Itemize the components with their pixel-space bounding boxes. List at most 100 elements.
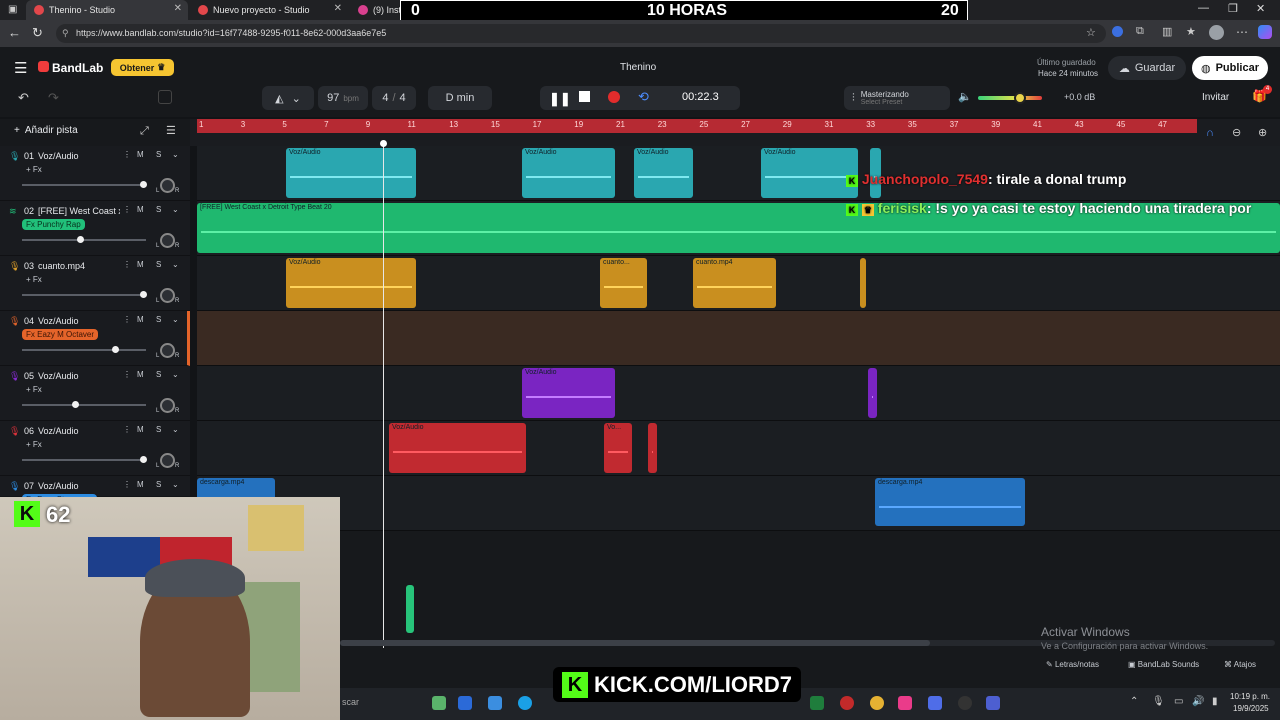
store-icon[interactable]: [488, 696, 502, 710]
snap-magnet-icon[interactable]: ∩: [1206, 127, 1214, 139]
volume-knob[interactable]: [77, 236, 84, 243]
taskview-icon[interactable]: [458, 696, 472, 710]
track-name[interactable]: Voz/Audio: [38, 426, 79, 436]
pan-knob[interactable]: [160, 233, 175, 248]
audio-clip[interactable]: Voz/Audio: [286, 258, 416, 308]
zoom-out-icon[interactable]: ⊖: [1232, 126, 1241, 139]
bandlab-sounds-button[interactable]: ▣ BandLab Sounds: [1128, 660, 1199, 669]
taskbar-search[interactable]: scar: [342, 697, 359, 707]
pan-knob[interactable]: [160, 288, 175, 303]
audio-clip[interactable]: [648, 423, 657, 473]
track-header[interactable]: ≋ 02 [FREE] West Coast x... ⋮ M S ⌄ Fx P…: [0, 201, 190, 256]
track-header[interactable]: 🎙 04 Voz/Audio ⋮ M S ⌄ Fx Eazy M Octaver…: [0, 311, 190, 366]
audio-clip[interactable]: descarga.mp4: [875, 478, 1025, 526]
invite-button[interactable]: Invitar: [1202, 92, 1229, 103]
volume-tray-icon[interactable]: 🔊: [1192, 696, 1204, 707]
scrollbar-thumb[interactable]: [340, 640, 930, 646]
undo-icon[interactable]: ↶: [18, 90, 29, 106]
speaker-icon[interactable]: 🔈: [958, 90, 972, 103]
track-lane[interactable]: [197, 421, 1280, 476]
solo-button[interactable]: S: [156, 315, 161, 324]
mute-button[interactable]: M: [137, 315, 144, 324]
audio-clip[interactable]: Voz/Audio: [389, 423, 526, 473]
solo-button[interactable]: S: [156, 480, 161, 489]
master-volume-slider[interactable]: [978, 92, 1042, 104]
track-name[interactable]: Voz/Audio: [38, 151, 79, 161]
panel-toggle-icon[interactable]: [158, 90, 172, 104]
track-volume-slider[interactable]: [22, 236, 146, 243]
stop-icon[interactable]: [579, 91, 590, 102]
pan-knob[interactable]: [160, 343, 175, 358]
zoom-in-icon[interactable]: ⊕: [1258, 126, 1267, 139]
add-track-button[interactable]: + Añadir pista: [14, 125, 78, 136]
more-menu-icon[interactable]: ⋯: [1236, 25, 1248, 39]
track-fx-button[interactable]: + Fx: [22, 164, 46, 175]
key-field[interactable]: D min: [428, 86, 492, 110]
chevron-down-icon[interactable]: ⌄: [172, 315, 179, 324]
battery-icon[interactable]: ▮: [1212, 696, 1218, 707]
track-fx-button[interactable]: Fx Punchy Rap: [22, 219, 85, 230]
audio-clip[interactable]: Voz/Audio: [522, 148, 615, 198]
split-screen-icon[interactable]: ▥: [1162, 25, 1172, 38]
tray-chevron-icon[interactable]: ⌃: [1130, 696, 1138, 707]
track-options-icon[interactable]: ⋮: [123, 205, 131, 214]
pan-knob[interactable]: [160, 453, 175, 468]
solo-button[interactable]: S: [156, 425, 161, 434]
microphone-icon[interactable]: 🎙: [1152, 696, 1165, 707]
profile-avatar[interactable]: [1209, 25, 1224, 40]
track-header[interactable]: 🎙 06 Voz/Audio ⋮ M S ⌄ + Fx L R: [0, 421, 190, 476]
audio-clip[interactable]: Voz/Audio: [522, 368, 615, 418]
track-options-icon[interactable]: ⋮: [123, 425, 131, 434]
minimize-icon[interactable]: —: [1198, 2, 1209, 14]
audio-clip[interactable]: cuanto...: [600, 258, 647, 308]
track-lane[interactable]: [197, 366, 1280, 421]
playhead-handle[interactable]: [380, 140, 387, 147]
save-button[interactable]: ☁ Guardar: [1108, 56, 1186, 80]
mute-button[interactable]: M: [137, 260, 144, 269]
chrome-icon[interactable]: [870, 696, 884, 710]
edge-icon[interactable]: [518, 696, 532, 710]
mute-button[interactable]: M: [137, 425, 144, 434]
volume-knob[interactable]: [72, 401, 79, 408]
audio-clip[interactable]: [868, 368, 877, 418]
track-name[interactable]: Voz/Audio: [38, 371, 79, 381]
taskbar-app-icon[interactable]: [898, 696, 912, 710]
mute-button[interactable]: M: [137, 205, 144, 214]
track-header[interactable]: 🎙 05 Voz/Audio ⋮ M S ⌄ + Fx L R: [0, 366, 190, 421]
track-fx-button[interactable]: + Fx: [22, 274, 46, 285]
volume-thumb[interactable]: [1014, 92, 1026, 104]
restore-icon[interactable]: ❐: [1228, 2, 1238, 15]
track-volume-slider[interactable]: [22, 456, 147, 463]
reload-icon[interactable]: ↻: [32, 25, 43, 41]
track-options-icon[interactable]: ⋮: [123, 370, 131, 379]
tab-actions-icon[interactable]: ▣: [8, 4, 17, 15]
mute-button[interactable]: M: [137, 150, 144, 159]
chevron-down-icon[interactable]: ⌄: [172, 425, 179, 434]
audio-clip[interactable]: Voz/Audio: [286, 148, 416, 198]
chevron-down-icon[interactable]: ⌄: [172, 205, 179, 214]
audio-clip[interactable]: Voz/Audio: [634, 148, 693, 198]
extension-icon[interactable]: [1112, 26, 1123, 37]
favorite-star-icon[interactable]: ☆: [1086, 26, 1096, 39]
shortcuts-button[interactable]: ⌘ Atajos: [1224, 660, 1256, 669]
favorites-icon[interactable]: ★: [1186, 25, 1196, 38]
close-tab-icon[interactable]: ✕: [174, 3, 182, 14]
taskbar-app-icon[interactable]: [432, 696, 446, 710]
metronome-button[interactable]: ◭ ⌄: [262, 86, 314, 110]
hamburger-menu-icon[interactable]: ☰: [14, 59, 27, 77]
back-icon[interactable]: ←: [8, 25, 21, 40]
track-name[interactable]: [FREE] West Coast x...: [38, 206, 120, 216]
taskbar-app-icon[interactable]: [810, 696, 824, 710]
loop-icon[interactable]: ⟲: [638, 89, 649, 105]
tab-nuevo-proyecto[interactable]: Nuevo proyecto - Studio ✕: [190, 0, 348, 20]
track-options-icon[interactable]: ⋮: [123, 150, 131, 159]
track-lane[interactable]: [197, 311, 1280, 366]
solo-button[interactable]: S: [156, 370, 161, 379]
mastering-button[interactable]: ⫶ Masterizando Select Preset: [844, 86, 950, 110]
track-name[interactable]: cuanto.mp4: [38, 261, 85, 271]
audio-clip[interactable]: Vo...: [604, 423, 632, 473]
track-options-icon[interactable]: ⋮: [123, 260, 131, 269]
pan-knob[interactable]: [160, 398, 175, 413]
pause-icon[interactable]: ❚❚: [549, 91, 571, 107]
clip-small-green[interactable]: [406, 585, 414, 633]
